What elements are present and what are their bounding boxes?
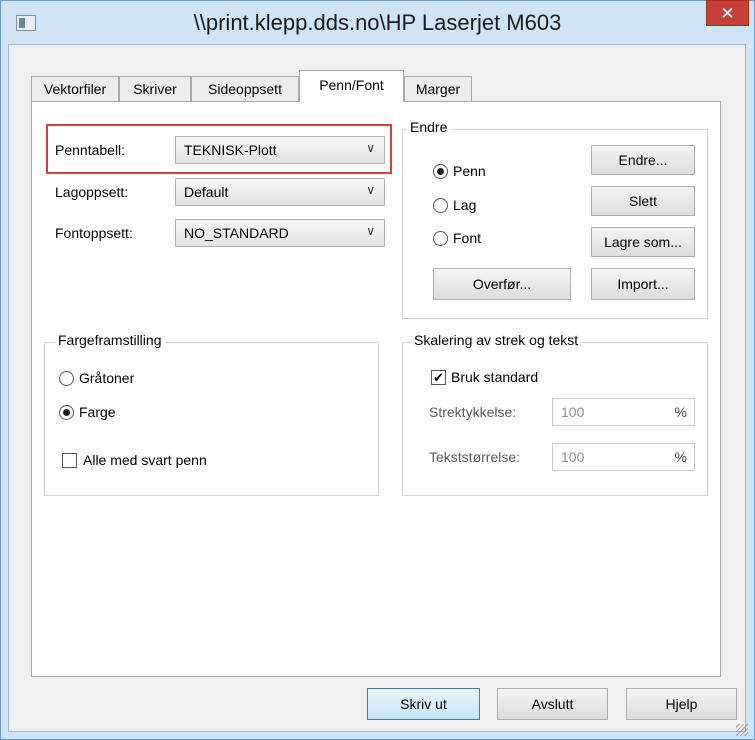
tab-sideoppsett[interactable]: Sideoppsett (191, 76, 299, 101)
bruk-standard-checkbox[interactable]: ✔ (431, 370, 446, 385)
radio-penn-label[interactable]: Penn (453, 163, 486, 179)
skalering-legend: Skalering av strek og tekst (411, 332, 582, 348)
penntabell-dropdown[interactable]: TEKNISK-Plott ∨ (175, 136, 385, 164)
lagoppsett-dropdown[interactable]: Default ∨ (175, 178, 385, 206)
radio-font-label[interactable]: Font (453, 230, 481, 246)
penntabell-label: Penntabell: (55, 142, 126, 158)
import-button[interactable]: Import... (591, 268, 695, 300)
chevron-down-icon: ∨ (366, 224, 375, 238)
radio-farge-label[interactable]: Farge (79, 404, 116, 420)
endre-legend: Endre (407, 119, 451, 135)
radio-gratoner[interactable] (59, 371, 74, 386)
resize-grip-icon[interactable] (736, 724, 748, 736)
strektykkelse-field[interactable]: 100 % (552, 398, 695, 426)
tekststorrelse-unit: % (674, 449, 687, 465)
hjelp-button[interactable]: Hjelp (626, 688, 737, 720)
skriv-ut-button[interactable]: Skriv ut (367, 688, 480, 720)
tekststorrelse-value: 100 (561, 449, 585, 465)
endre-button[interactable]: Endre... (591, 145, 695, 175)
alle-med-svart-penn-label[interactable]: Alle med svart penn (83, 452, 207, 468)
avslutt-button[interactable]: Avslutt (497, 688, 608, 720)
tekststorrelse-label: Tekststørrelse: (429, 449, 521, 465)
fontoppsett-value: NO_STANDARD (184, 225, 289, 241)
window-title: \\print.klepp.dds.no\HP Laserjet M603 (193, 10, 562, 35)
radio-penn[interactable] (433, 164, 448, 179)
penntabell-value: TEKNISK-Plott (184, 142, 277, 158)
slett-button[interactable]: Slett (591, 186, 695, 216)
lagre-som-button[interactable]: Lagre som... (591, 227, 695, 257)
overfor-button[interactable]: Overfør... (433, 268, 571, 300)
tab-marger[interactable]: Marger (404, 76, 472, 101)
tab-skriver[interactable]: Skriver (119, 76, 191, 101)
lagoppsett-label: Lagoppsett: (55, 184, 129, 200)
fontoppsett-dropdown[interactable]: NO_STANDARD ∨ (175, 219, 385, 247)
tab-penn-font[interactable]: Penn/Font (299, 70, 404, 102)
fargeframstilling-legend: Fargeframstilling (55, 332, 165, 348)
fontoppsett-label: Fontoppsett: (55, 225, 133, 241)
radio-gratoner-label[interactable]: Gråtoner (79, 370, 134, 386)
bruk-standard-label[interactable]: Bruk standard (451, 369, 538, 385)
strektykkelse-value: 100 (561, 404, 585, 420)
tekststorrelse-field[interactable]: 100 % (552, 443, 695, 471)
lagoppsett-value: Default (184, 184, 229, 200)
radio-lag-label[interactable]: Lag (453, 197, 476, 213)
chevron-down-icon: ∨ (366, 183, 375, 197)
title-bar[interactable]: \\print.klepp.dds.no\HP Laserjet M603 ✕ (0, 0, 755, 44)
radio-farge[interactable] (59, 405, 74, 420)
radio-font[interactable] (433, 231, 448, 246)
close-button[interactable]: ✕ (706, 0, 749, 26)
strektykkelse-label: Strektykkelse: (429, 404, 517, 420)
chevron-down-icon: ∨ (366, 141, 375, 155)
radio-lag[interactable] (433, 198, 448, 213)
alle-med-svart-penn-checkbox[interactable] (62, 453, 77, 468)
strektykkelse-unit: % (674, 404, 687, 420)
tab-vektorfiler[interactable]: Vektorfiler (31, 76, 119, 101)
